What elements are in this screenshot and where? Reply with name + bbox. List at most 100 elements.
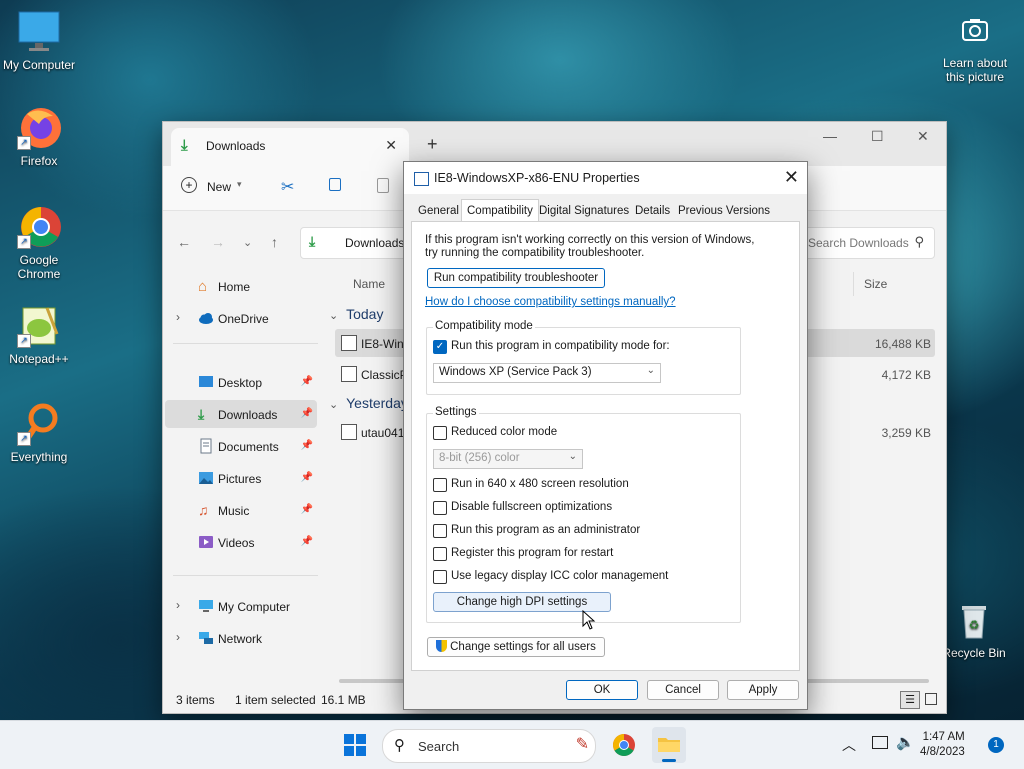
desktop-icon-label: Firefox	[20, 154, 58, 168]
chevron-up-icon[interactable]: ︿	[842, 735, 856, 755]
notepadpp-icon: ↗	[17, 304, 61, 348]
minimize-icon[interactable]: —	[823, 128, 837, 144]
status-item-count: 3 items	[176, 693, 215, 707]
home-icon: ⌂	[198, 278, 208, 295]
sidebar-item-my-computer[interactable]: › My Computer	[165, 592, 317, 620]
video-icon	[198, 534, 214, 550]
monitor-icon	[17, 10, 61, 54]
maximize-icon[interactable]: ☐	[871, 128, 884, 145]
sidebar-item-onedrive[interactable]: › OneDrive	[165, 304, 317, 332]
download-arrow-icon: ⤓	[198, 406, 205, 422]
details-view-icon[interactable]: ☰	[900, 691, 920, 709]
sidebar-item-network[interactable]: › Network	[165, 624, 317, 652]
recent-chevron-icon[interactable]: ⌄	[243, 236, 252, 249]
checkbox-label: Run in 640 x 480 screen resolution	[451, 478, 629, 490]
chevron-right-icon[interactable]: ›	[176, 310, 180, 324]
learn-about-picture[interactable]: Learn about this picture	[936, 14, 1014, 84]
pin-icon: 📌	[300, 472, 313, 483]
picture-icon	[198, 470, 214, 486]
cancel-button[interactable]: Cancel	[647, 680, 719, 700]
help-link[interactable]: How do I choose compatibility settings m…	[425, 296, 676, 308]
column-header-name[interactable]: Name	[353, 277, 385, 291]
ok-button[interactable]: OK	[566, 680, 638, 700]
tab-general[interactable]: General	[413, 202, 464, 220]
network-status-icon[interactable]	[872, 736, 888, 749]
back-arrow-icon[interactable]: ←	[177, 234, 191, 250]
close-icon[interactable]: ✕	[385, 137, 397, 154]
desktop-icon-my-computer[interactable]: My Computer	[1, 10, 77, 72]
taskbar-file-explorer[interactable]	[652, 727, 686, 763]
taskbar-search-box[interactable]: ⚲ Search ✎	[382, 729, 596, 763]
desktop-icon-firefox[interactable]: ↗ Firefox	[1, 106, 77, 168]
download-arrow-icon: ⤓	[181, 137, 188, 154]
sidebar-item-music[interactable]: ♫ Music 📌	[165, 496, 317, 524]
sidebar-item-videos[interactable]: Videos 📌	[165, 528, 317, 556]
search-icon: ⚲	[394, 737, 405, 754]
tab-downloads[interactable]: ⤓ Downloads ✕	[171, 128, 409, 166]
sidebar-item-label: Music	[218, 504, 250, 518]
group-header-yesterday[interactable]: ⌄ Yesterday	[329, 395, 408, 411]
sidebar-item-label: Network	[218, 632, 263, 646]
start-button[interactable]	[343, 733, 367, 757]
sidebar-item-pictures[interactable]: Pictures 📌	[165, 464, 317, 492]
tiles-view-icon[interactable]	[925, 693, 937, 705]
sidebar-item-downloads[interactable]: ⤓ Downloads 📌	[165, 400, 317, 428]
dialog-title: IE8-WindowsXP-x86-ENU Properties	[434, 171, 640, 185]
file-name: ClassicP	[361, 368, 408, 382]
group-header-today[interactable]: ⌄ Today	[329, 306, 383, 322]
compat-mode-select[interactable]: Windows XP (Service Pack 3) ⌄	[433, 363, 661, 383]
desktop-icon-notepadpp[interactable]: ↗ Notepad++	[1, 304, 77, 366]
paste-icon[interactable]	[377, 178, 389, 193]
desktop-icon-recycle-bin[interactable]: ♻ Recycle Bin	[936, 598, 1012, 660]
clock[interactable]: 1:47 AM 4/8/2023	[920, 730, 965, 760]
desktop-icon-everything[interactable]: ↗ Everything	[1, 402, 77, 464]
group-label: Yesterday	[346, 395, 408, 411]
monitor-icon	[198, 598, 214, 614]
column-header-size[interactable]: Size	[864, 277, 887, 291]
sidebar-item-desktop[interactable]: Desktop 📌	[165, 368, 317, 396]
checkbox-label: Run this program in compatibility mode f…	[451, 340, 670, 352]
file-name: utau041	[361, 426, 405, 440]
new-label: New	[207, 180, 232, 194]
search-input[interactable]: Search Downloads ⚲	[803, 227, 935, 259]
new-tab-icon[interactable]: +	[427, 134, 438, 155]
desktop-icon-chrome[interactable]: ↗ Google Chrome	[1, 205, 77, 281]
file-size: 4,172 KB	[881, 368, 931, 382]
tab-compatibility[interactable]: Compatibility	[461, 199, 539, 222]
copy-icon[interactable]	[329, 178, 341, 191]
checkbox-label: Register this program for restart	[451, 547, 614, 559]
forward-arrow-icon[interactable]: →	[211, 234, 225, 250]
close-icon[interactable]: ✕	[784, 167, 799, 188]
search-placeholder: Search Downloads	[808, 236, 909, 250]
chevron-down-icon: ⌄	[646, 365, 655, 376]
close-window-icon[interactable]: ✕	[917, 128, 929, 145]
chevron-right-icon[interactable]: ›	[176, 630, 180, 644]
change-all-users-button[interactable]: Change settings for all users	[427, 637, 605, 657]
tab-bar: ⤓ Downloads ✕ + — ☐ ✕	[163, 122, 946, 166]
sidebar-item-label: My Computer	[218, 600, 291, 614]
sidebar-item-documents[interactable]: Documents 📌	[165, 432, 317, 460]
up-arrow-icon[interactable]: ↑	[271, 234, 278, 250]
sidebar-item-label: Pictures	[218, 472, 262, 486]
run-troubleshooter-button[interactable]: Run compatibility troubleshooter	[427, 268, 605, 288]
svg-text:♻: ♻	[969, 618, 980, 632]
speaker-icon[interactable]: 🔈	[896, 733, 915, 751]
tab-details[interactable]: Details	[630, 202, 675, 220]
compatibility-mode-group: Compatibility mode ✓ Run this program in…	[426, 320, 741, 395]
new-button[interactable]: + New ▾	[181, 177, 251, 198]
sidebar-item-home[interactable]: ⌂ Home	[165, 272, 317, 300]
notification-badge[interactable]: 1	[988, 737, 1004, 753]
taskbar-chrome[interactable]	[612, 733, 636, 757]
checkbox-box	[433, 478, 447, 492]
file-size: 16,488 KB	[874, 337, 931, 351]
checkbox-label: Reduced color mode	[451, 426, 558, 438]
taskbar-search-label: Search	[418, 739, 460, 754]
chevron-right-icon[interactable]: ›	[176, 598, 180, 612]
change-dpi-button[interactable]: Change high DPI settings	[433, 592, 611, 612]
cut-icon[interactable]: ✂	[281, 177, 294, 197]
apply-button[interactable]: Apply	[727, 680, 799, 700]
tab-previous-versions[interactable]: Previous Versions	[673, 202, 775, 220]
pin-icon: 📌	[300, 504, 313, 515]
sidebar-item-label: Desktop	[218, 376, 263, 390]
tab-digital-signatures[interactable]: Digital Signatures	[534, 202, 634, 220]
